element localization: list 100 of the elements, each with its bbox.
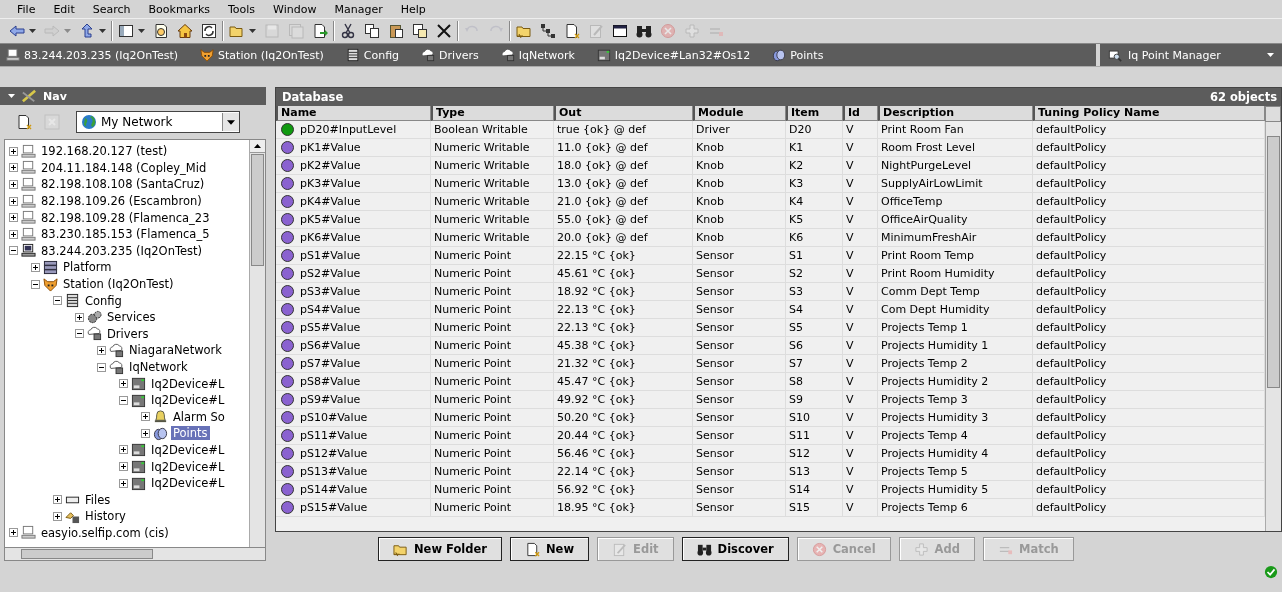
tree-item[interactable]: 192.168.20.127 (test) — [39, 144, 170, 159]
cut-icon[interactable] — [340, 23, 356, 39]
breadcrumb-link[interactable]: Config — [345, 48, 400, 62]
side-bar-icon[interactable] — [118, 23, 134, 39]
tree-icon[interactable] — [540, 23, 556, 39]
expand-toggle[interactable] — [141, 412, 150, 422]
collapse-toggle[interactable] — [31, 279, 40, 289]
tree-item[interactable]: Services — [105, 310, 158, 325]
document-arrow-icon[interactable] — [312, 23, 328, 39]
horizontal-scrollbar[interactable] — [4, 547, 266, 561]
menu-item[interactable]: File — [8, 2, 45, 16]
collapse-toggle[interactable] — [97, 362, 106, 372]
binoculars-icon[interactable] — [636, 23, 652, 39]
expand-toggle[interactable] — [9, 163, 18, 173]
expand-toggle[interactable] — [119, 462, 128, 472]
tree-item[interactable]: 204.11.184.148 (Copley_Mid — [39, 160, 209, 175]
tree-item[interactable]: easyio.selfip.com (cis) — [39, 525, 171, 540]
breadcrumb-link[interactable]: Drivers — [421, 48, 479, 62]
expand-toggle[interactable] — [141, 428, 150, 438]
expand-toggle[interactable] — [9, 229, 18, 239]
action-button[interactable]: New — [510, 537, 590, 561]
paste-icon[interactable] — [388, 23, 404, 39]
tree-item[interactable]: Points — [171, 426, 210, 441]
view-selector[interactable]: Iq Point Manager — [1100, 44, 1282, 66]
tree-item[interactable]: Platform — [61, 260, 114, 275]
expand-toggle[interactable] — [53, 511, 62, 521]
expand-toggle[interactable] — [31, 262, 40, 272]
expand-toggle[interactable] — [9, 213, 18, 223]
action-button[interactable]: New Folder — [378, 537, 502, 561]
expand-toggle[interactable] — [9, 146, 18, 156]
duplicate-icon[interactable] — [412, 23, 428, 39]
network-dropdown[interactable]: My Network — [76, 111, 240, 133]
window-icon[interactable] — [612, 23, 628, 39]
expand-toggle[interactable] — [119, 445, 128, 455]
expand-toggle[interactable] — [119, 379, 128, 389]
expand-toggle[interactable] — [97, 345, 106, 355]
new-document-icon[interactable] — [16, 114, 32, 130]
breadcrumb-link[interactable]: Points — [772, 48, 824, 62]
delete-icon[interactable] — [436, 23, 452, 39]
tree-item[interactable]: 83.230.185.153 (Flamenca_5 — [39, 227, 212, 242]
breadcrumb-link[interactable]: Station (Iq2OnTest) — [200, 48, 324, 62]
menu-item[interactable]: Help — [391, 2, 435, 16]
expand-toggle[interactable] — [9, 180, 18, 189]
tree-item[interactable]: Iq2Device#L — [149, 443, 227, 457]
menu-item[interactable]: Window — [264, 2, 326, 16]
menu-item[interactable]: Tools — [219, 2, 265, 16]
tree-item[interactable]: History — [83, 509, 128, 524]
breadcrumb-link[interactable]: IqNetwork — [500, 48, 575, 62]
clock-document-icon[interactable] — [153, 23, 169, 39]
tree-item[interactable]: Iq2Device#L — [149, 393, 227, 408]
back-arrow-icon[interactable] — [9, 23, 25, 39]
column-header[interactable]: Description — [878, 106, 1033, 121]
tree-item[interactable]: 82.198.109.28 (Flamenca_23 — [39, 210, 212, 225]
tree-item[interactable]: Iq2Device#L — [149, 459, 227, 474]
tree-item[interactable]: 83.244.203.235 (Iq2OnTest) — [39, 243, 205, 258]
new-document-icon[interactable] — [564, 23, 580, 39]
tree-item[interactable]: Drivers — [105, 326, 151, 341]
caret-icon[interactable] — [99, 29, 106, 33]
expand-toggle[interactable] — [9, 528, 18, 538]
column-header[interactable]: Id — [843, 106, 878, 121]
caret-icon[interactable] — [29, 29, 36, 33]
caret-icon[interactable] — [249, 29, 256, 33]
up-arrow-icon[interactable] — [79, 23, 95, 39]
new-folder-icon[interactable] — [516, 23, 532, 39]
menu-item[interactable]: Bookmarks — [139, 2, 219, 16]
expand-toggle[interactable] — [53, 495, 62, 505]
tree-item[interactable]: Alarm So — [171, 409, 227, 424]
tree-item[interactable]: Iq2Device#L — [149, 376, 227, 391]
collapse-toggle[interactable] — [9, 246, 18, 256]
column-header[interactable]: Name — [276, 106, 431, 121]
scroll-thumb[interactable] — [251, 154, 264, 266]
tree-item[interactable]: Station (Iq2OnTest) — [61, 277, 176, 292]
tree-item[interactable]: Config — [83, 293, 124, 308]
collapse-icon[interactable] — [8, 94, 15, 98]
scroll-thumb[interactable] — [1267, 136, 1280, 388]
tree-item[interactable]: 82.198.108.108 (SantaCruz) — [39, 177, 207, 192]
home-icon[interactable] — [177, 23, 193, 39]
column-header[interactable]: Module — [693, 106, 786, 121]
breadcrumb-link[interactable]: Iq2Device#Lan32#Os12 — [596, 48, 751, 62]
expand-toggle[interactable] — [9, 196, 18, 206]
column-header[interactable]: Out — [554, 106, 693, 121]
menu-item[interactable]: Search — [83, 2, 140, 16]
scrollbar[interactable] — [1265, 122, 1281, 531]
collapse-toggle[interactable] — [53, 296, 62, 306]
tree-item[interactable]: NiagaraNetwork — [127, 343, 224, 358]
folder-icon[interactable] — [229, 23, 245, 39]
column-header[interactable]: Type — [431, 106, 554, 121]
tree-item[interactable]: Files — [83, 492, 113, 507]
expand-toggle[interactable] — [119, 478, 128, 488]
action-button[interactable]: Discover — [681, 537, 789, 561]
breadcrumb-link[interactable]: 83.244.203.235 (Iq2OnTest) — [6, 48, 179, 62]
refresh-icon[interactable] — [201, 23, 217, 39]
scroll-up-icon[interactable] — [254, 144, 261, 148]
caret-icon[interactable] — [138, 29, 145, 33]
menu-item[interactable]: Manager — [325, 2, 392, 16]
menu-item[interactable]: Edit — [44, 2, 84, 16]
scrollbar[interactable] — [249, 140, 265, 547]
column-header[interactable]: Item — [786, 106, 843, 121]
expand-toggle[interactable] — [75, 312, 84, 322]
copy-icon[interactable] — [364, 23, 380, 39]
